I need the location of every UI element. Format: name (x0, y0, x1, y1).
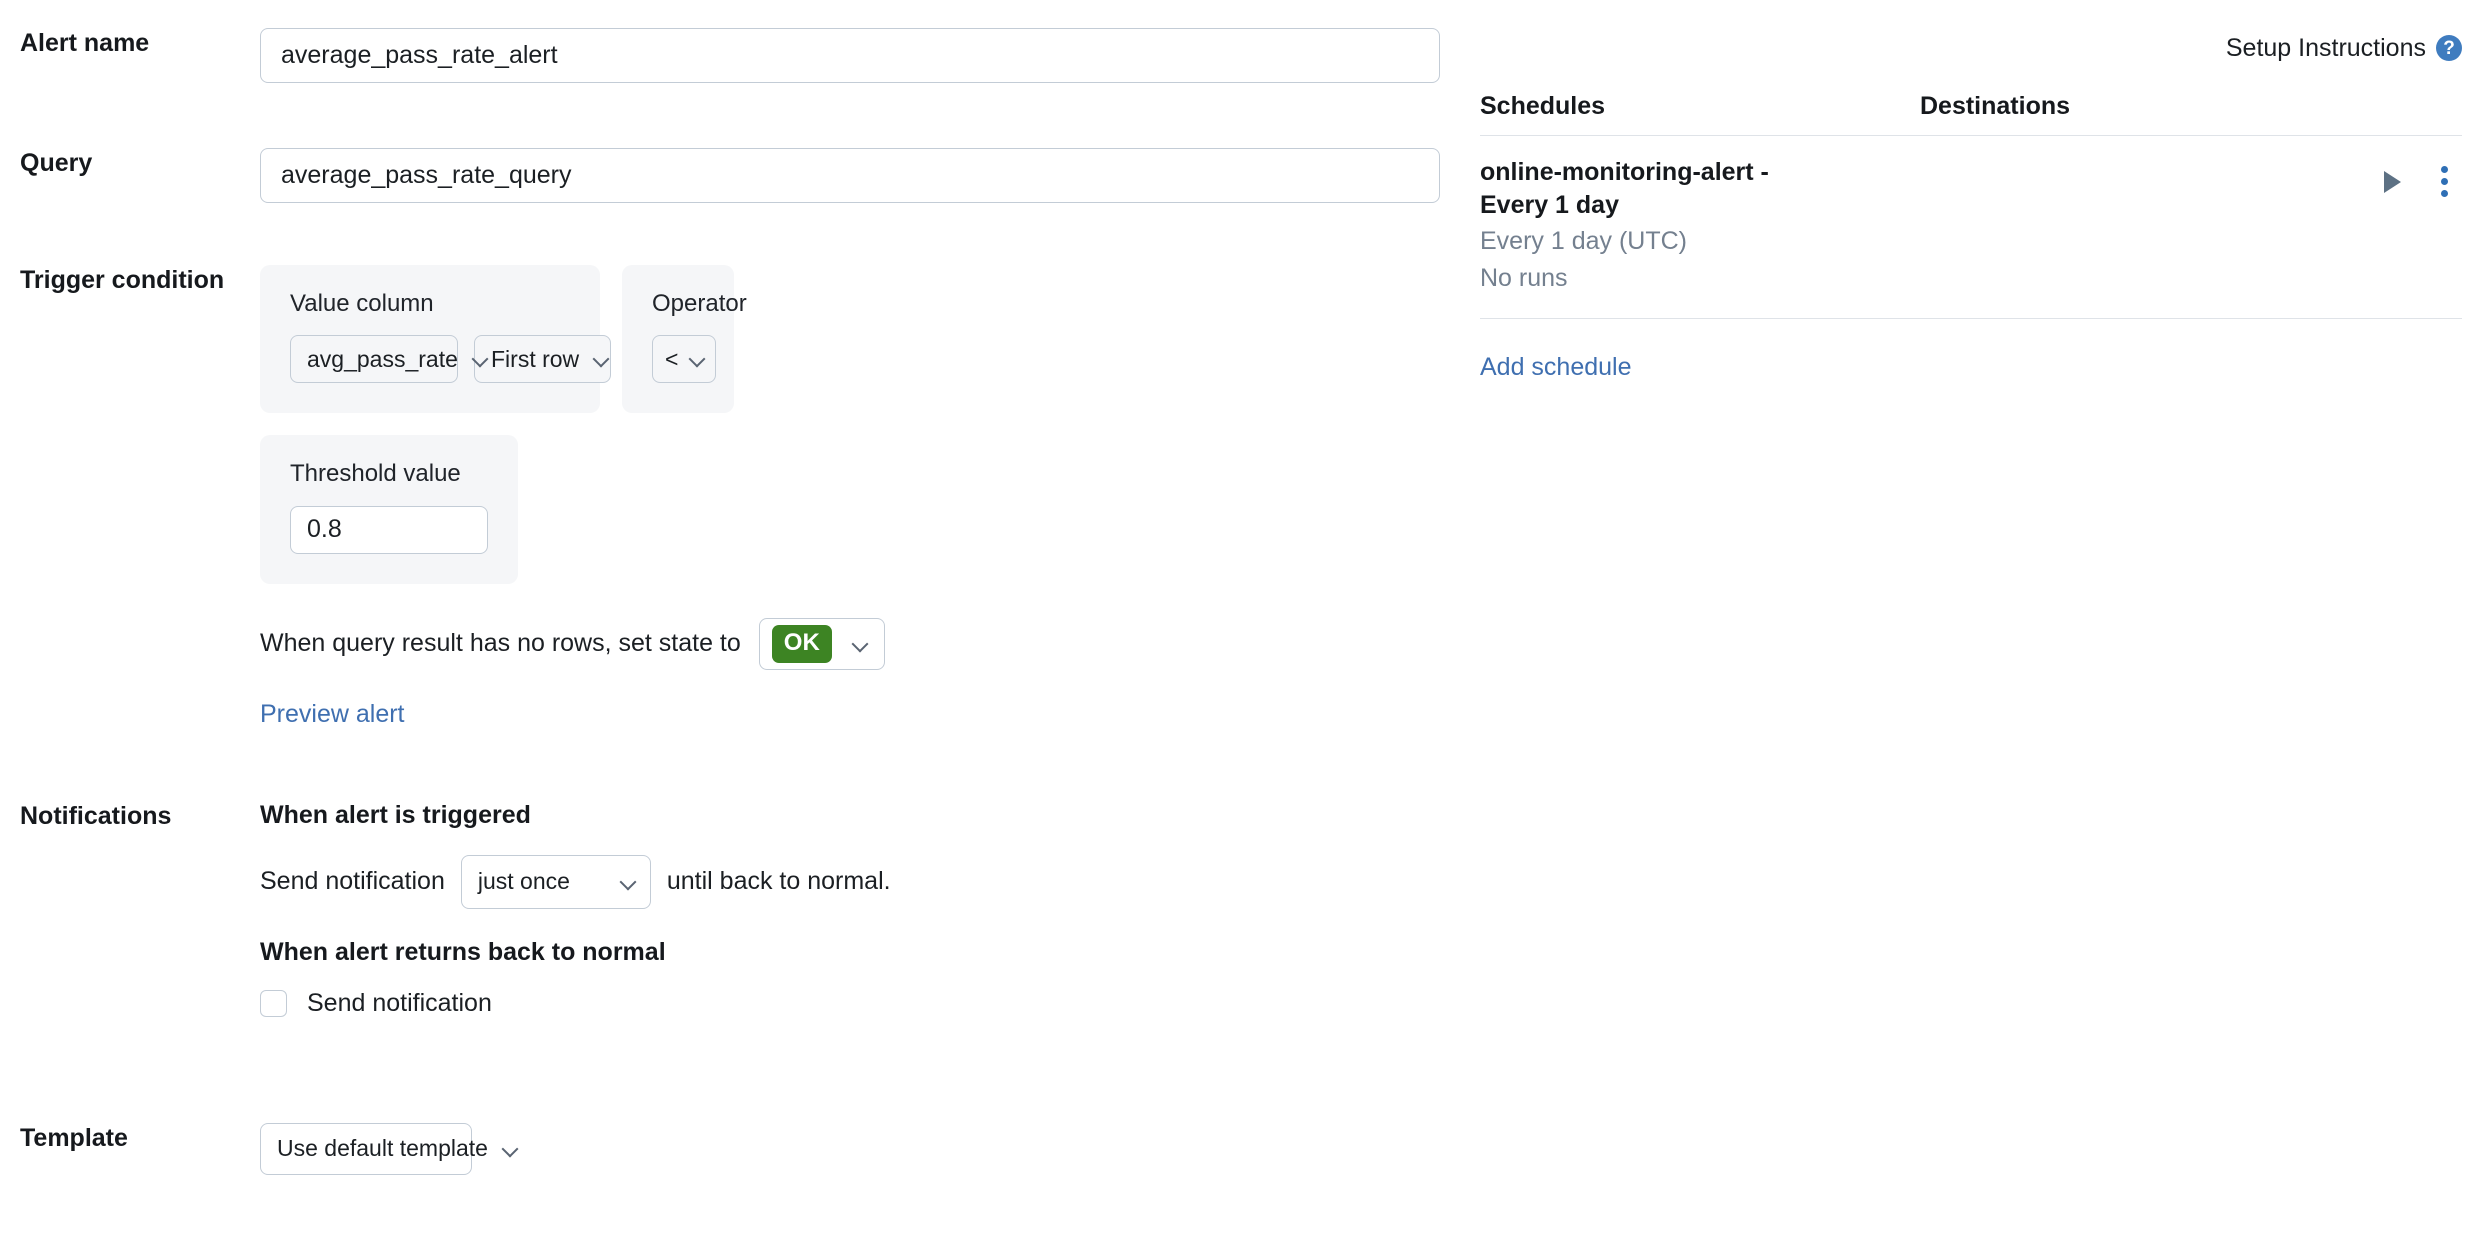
schedule-name: online-monitoring-alert - Every 1 day (1480, 158, 1769, 219)
schedules-column-header: Schedules (1480, 92, 1920, 121)
chevron-down-icon (472, 351, 488, 367)
notifications-label: Notifications (20, 801, 172, 830)
template-select-value: Use default template (277, 1135, 488, 1162)
operator-panel-label: Operator (652, 290, 747, 317)
aggregation-select[interactable]: First row (474, 335, 611, 384)
value-column-select-value: avg_pass_rate (307, 345, 458, 372)
help-icon[interactable]: ? (2436, 35, 2462, 61)
setup-instructions-link[interactable]: Setup Instructions (2226, 34, 2426, 63)
threshold-panel-label: Threshold value (290, 460, 461, 488)
trigger-condition-row: Trigger condition Value column avg_pass_… (0, 265, 1470, 729)
chevron-down-icon (852, 636, 868, 652)
schedules-column-label: Schedules (1480, 92, 1606, 120)
notifications-row: Notifications When alert is triggered Se… (0, 801, 1470, 1018)
alert-name-row: Alert name average_pass_rate_alert (0, 28, 1470, 83)
schedule-last-run: No runs (1480, 263, 1568, 292)
more-options-icon[interactable] (2439, 164, 2450, 199)
operator-panel: Operator < (622, 265, 747, 414)
schedules-table-header: Schedules Destinations (1480, 92, 2462, 136)
send-notification-suffix: until back to normal. (666, 867, 891, 896)
value-column-selects: avg_pass_rate First row (290, 335, 611, 384)
template-label: Template (20, 1123, 128, 1152)
query-row: Query average_pass_rate_query (0, 148, 1470, 203)
notifications-field-area: When alert is triggered Send notificatio… (260, 801, 1470, 1018)
when-triggered-heading: When alert is triggered (260, 800, 531, 829)
no-rows-state-text: When query result has no rows, set state… (260, 629, 741, 658)
preview-alert-link[interactable]: Preview alert (260, 700, 405, 729)
template-select[interactable]: Use default template (260, 1122, 488, 1175)
query-label: Query (20, 149, 93, 177)
no-rows-state-select[interactable]: OK (758, 617, 885, 670)
chevron-down-icon (593, 351, 609, 367)
status-badge: OK (771, 624, 832, 663)
no-rows-state-row: When query result has no rows, set state… (260, 617, 1470, 670)
schedule-cell: online-monitoring-alert - Every 1 day Ev… (1480, 156, 1920, 296)
chevron-down-icon (620, 874, 636, 890)
chevron-down-icon (502, 1141, 518, 1157)
query-input[interactable]: average_pass_rate_query (260, 148, 1440, 203)
trigger-panels: Value column avg_pass_rate First row Ope… (260, 265, 1470, 414)
send-notification-line: Send notification just once until back t… (260, 854, 1470, 909)
operator-select-value: < (665, 345, 679, 372)
threshold-value-input[interactable]: 0.8 (290, 505, 488, 554)
notification-frequency-value: just once (477, 868, 570, 895)
when-normal-heading: When alert returns back to normal (260, 937, 666, 966)
trigger-condition-label: Trigger condition (20, 266, 225, 294)
notification-frequency-select[interactable]: just once (460, 854, 651, 909)
alert-editor-page: Alert name average_pass_rate_alert Query… (0, 0, 2492, 1234)
query-field-area: average_pass_rate_query (260, 148, 1470, 203)
aggregation-select-value: First row (491, 345, 580, 372)
schedule-row-actions (2384, 156, 2462, 199)
schedule-cadence: Every 1 day (UTC) (1480, 227, 1687, 255)
send-notification-checkbox-label: Send notification (307, 988, 492, 1017)
template-row: Template Use default template (0, 1122, 1470, 1175)
destinations-column-header: Destinations (1920, 92, 2462, 121)
destinations-column-label: Destinations (1920, 92, 2071, 120)
normal-send-notification-line: Send notification (260, 989, 1470, 1018)
template-field-area: Use default template (260, 1122, 1470, 1175)
alert-name-label: Alert name (20, 29, 150, 57)
trigger-condition-field-area: Value column avg_pass_rate First row Ope… (260, 265, 1470, 729)
table-row: online-monitoring-alert - Every 1 day Ev… (1480, 136, 2462, 319)
operator-select[interactable]: < (652, 335, 716, 384)
play-icon[interactable] (2384, 170, 2401, 193)
send-notification-checkbox[interactable] (260, 989, 287, 1017)
send-notification-prefix: Send notification (260, 867, 445, 896)
schedules-panel: Setup Instructions ? Schedules Destinati… (1470, 0, 2492, 1234)
setup-instructions-row: Setup Instructions ? (1480, 28, 2462, 68)
threshold-panel: Threshold value 0.8 (260, 435, 518, 584)
alert-name-field-area: average_pass_rate_alert (260, 28, 1470, 83)
value-column-panel-label: Value column (290, 290, 434, 317)
chevron-down-icon (689, 351, 705, 367)
value-column-select[interactable]: avg_pass_rate (290, 335, 458, 384)
alert-name-input[interactable]: average_pass_rate_alert (260, 28, 1440, 83)
add-schedule-link[interactable]: Add schedule (1480, 353, 1632, 382)
value-column-panel: Value column avg_pass_rate First row (260, 265, 611, 414)
alert-form-column: Alert name average_pass_rate_alert Query… (0, 0, 1470, 1234)
